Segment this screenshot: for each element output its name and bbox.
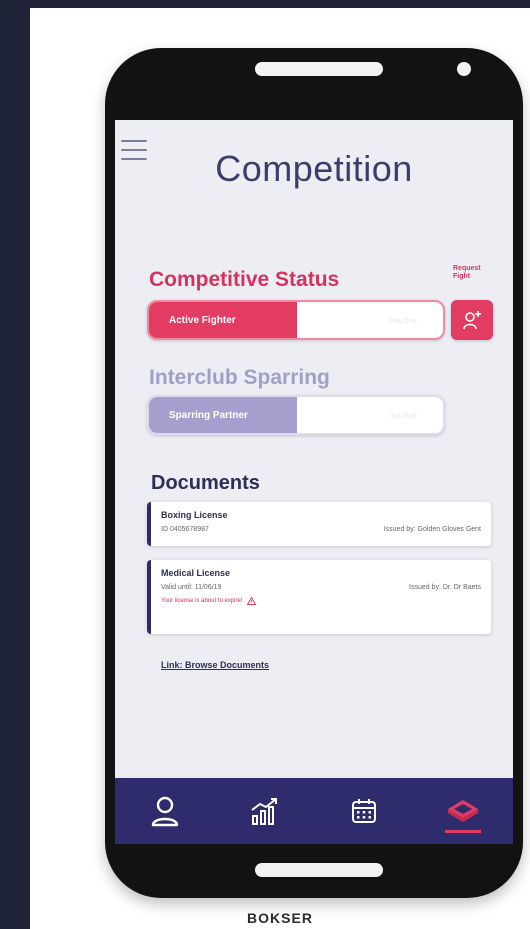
speaker-grille-bottom [255, 863, 383, 877]
nav-item-profile[interactable] [135, 783, 195, 839]
stats-icon [251, 798, 278, 825]
nav-item-competition[interactable] [433, 783, 493, 839]
app-caption: BOKSER [247, 910, 313, 926]
slide-background: Competition Competitive Status Request F… [30, 8, 530, 929]
request-fight-label: Request Fight [453, 265, 481, 280]
document-issuer: Issued by: Golden Gloves Gent [383, 526, 481, 533]
document-name: Boxing License [161, 510, 228, 520]
sparring-status-toggle[interactable]: Sparring Partner Inactive [147, 395, 445, 435]
user-icon [151, 796, 178, 827]
app-screen: Competition Competitive Status Request F… [115, 120, 513, 844]
expiry-warning-text: Your license is about to expire! [161, 598, 243, 604]
nav-item-stats[interactable] [234, 783, 294, 839]
nav-item-calendar[interactable] [334, 783, 394, 839]
calendar-icon [351, 799, 376, 823]
documents-heading: Documents [151, 472, 260, 494]
speaker-grille-top [255, 62, 383, 76]
page-title: Competition [215, 148, 413, 189]
competitive-status-heading: Competitive Status [149, 268, 340, 291]
bottom-nav-bar [115, 778, 513, 844]
competitive-inactive-option[interactable]: Inactive [389, 302, 417, 338]
interclub-sparring-heading: Interclub Sparring [149, 366, 330, 389]
document-name: Medical License [161, 568, 231, 578]
boxing-ring-icon [448, 800, 479, 822]
document-issuer: Issued by: Dr. Dr Baets [409, 584, 481, 591]
phone-frame: Competition Competitive Status Request F… [105, 48, 523, 898]
browse-documents-link[interactable]: Link: Browse Documents [161, 660, 269, 670]
add-user-icon [463, 311, 481, 330]
document-id: ID 0405678987 [161, 526, 209, 533]
competitive-status-toggle[interactable]: Active Fighter Inactive [147, 300, 445, 340]
document-card-medical-license[interactable]: Medical License Valid until: 11/06/19 Is… [147, 560, 491, 634]
document-valid-until: Valid until: 11/06/19 [161, 584, 222, 591]
document-card-boxing-license[interactable]: Boxing License ID 0405678987 Issued by: … [147, 502, 491, 546]
front-camera [457, 62, 471, 76]
warning-triangle-icon [246, 597, 256, 605]
active-fighter-option[interactable]: Active Fighter [149, 302, 297, 338]
request-fight-button[interactable] [451, 300, 493, 340]
sparring-partner-option[interactable]: Sparring Partner [149, 397, 297, 433]
sparring-inactive-option[interactable]: Inactive [389, 397, 417, 433]
